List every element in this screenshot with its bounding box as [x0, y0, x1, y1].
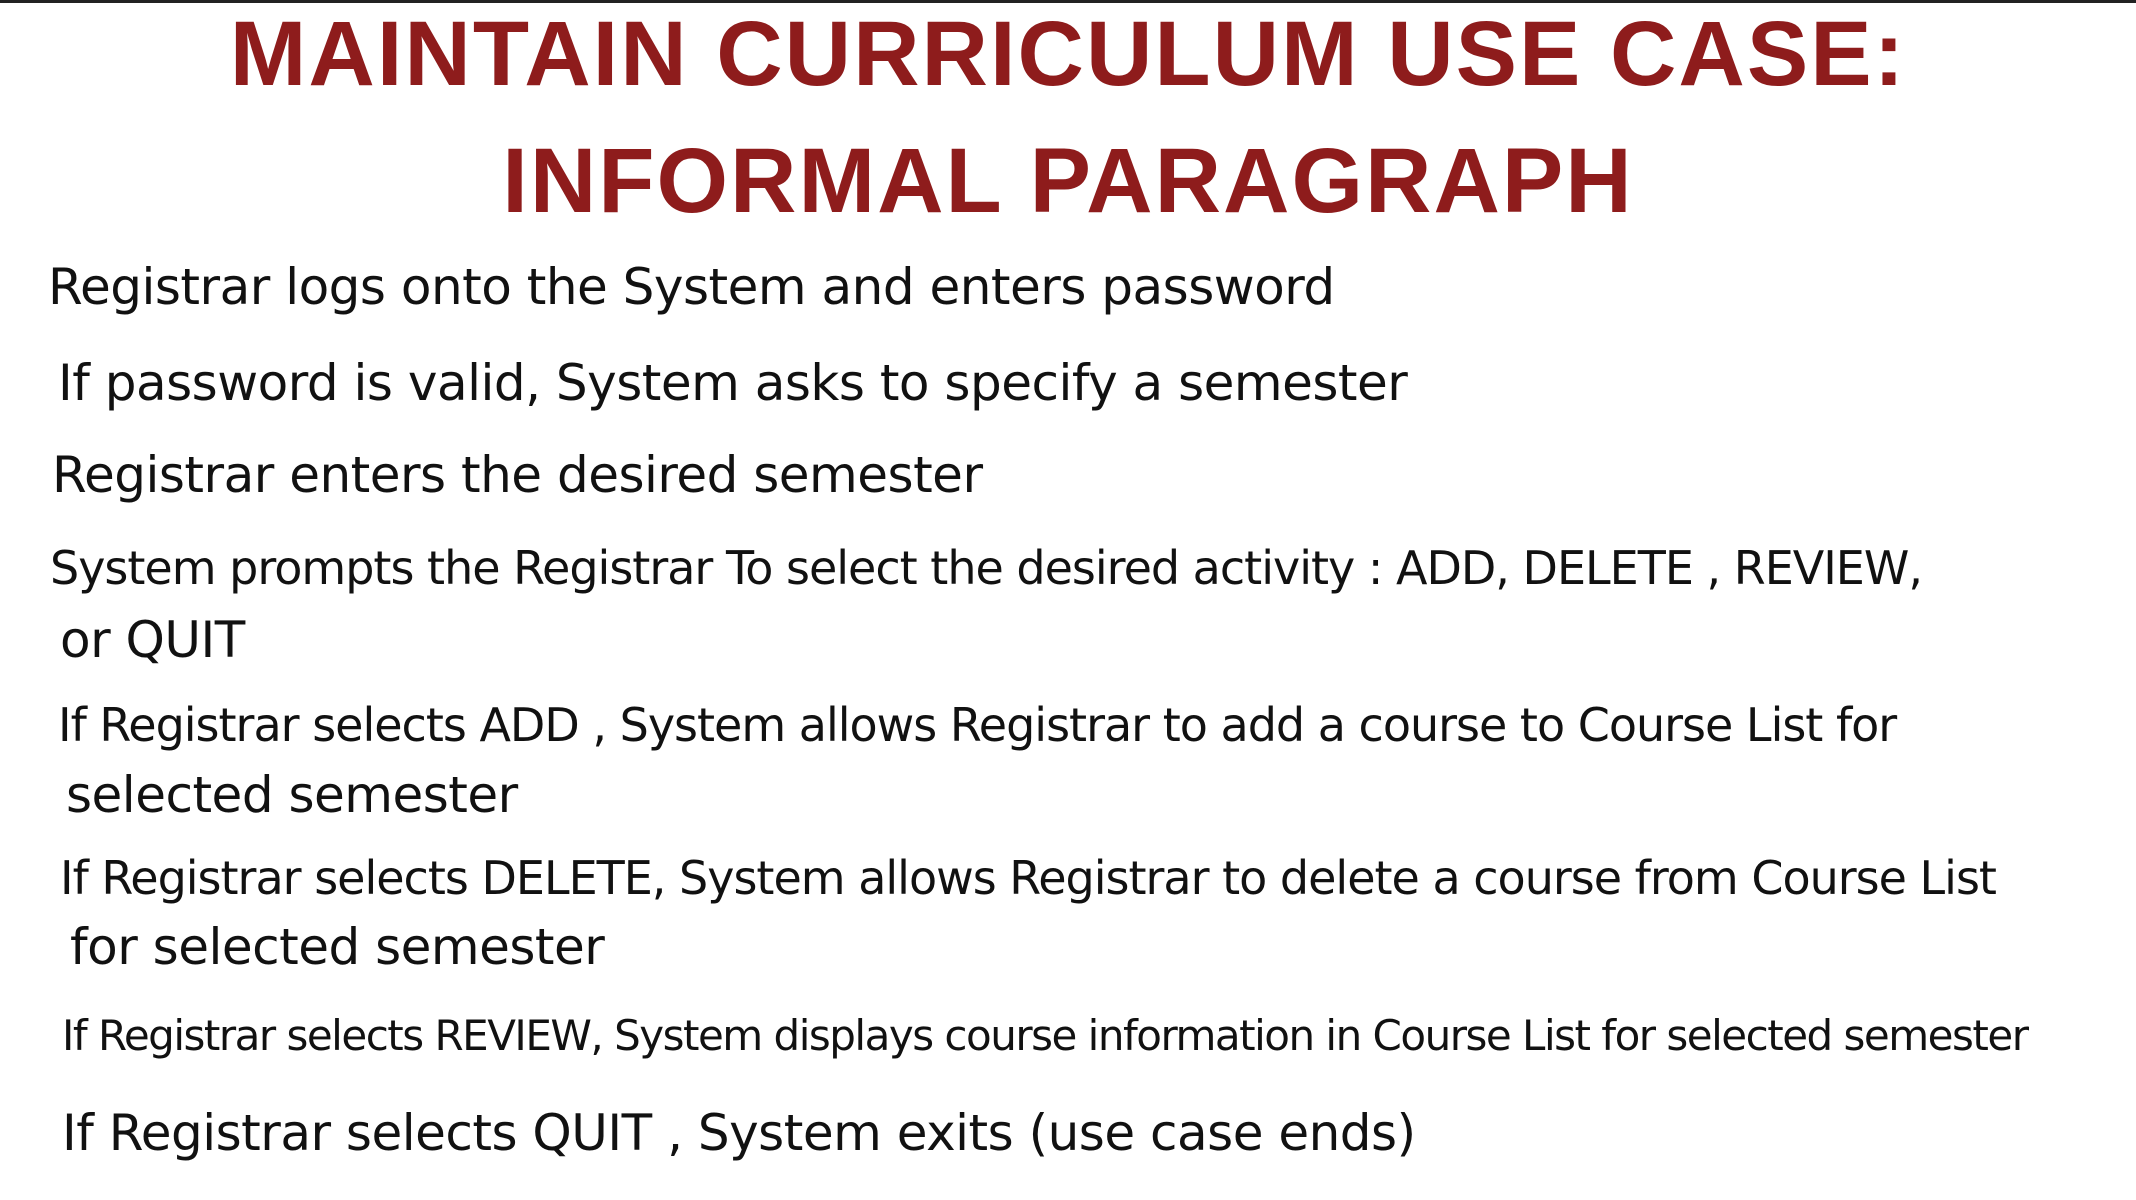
- paragraph-line: If Registrar selects REVIEW, System disp…: [62, 1011, 2029, 1060]
- paragraph-line: or QUIT: [60, 611, 245, 669]
- paragraph-line: If Registrar selects ADD , System allows…: [58, 698, 1897, 752]
- paragraph-line: If Registrar selects QUIT , System exits…: [62, 1104, 1416, 1162]
- paragraph-line: System prompts the Registrar To select t…: [50, 541, 1923, 595]
- paragraph-line: Registrar logs onto the System and enter…: [48, 258, 1335, 316]
- paragraph-line: If Registrar selects DELETE, System allo…: [60, 851, 1997, 905]
- slide-title-line-1: MAINTAIN CURRICULUM USE CASE:: [229, 3, 1907, 105]
- paragraph-line: Registrar enters the desired semester: [52, 446, 983, 504]
- paragraph-line: for selected semester: [70, 918, 605, 976]
- slide-title-line-2: INFORMAL PARAGRAPH: [502, 130, 1634, 232]
- paragraph-line: If password is valid, System asks to spe…: [58, 354, 1408, 412]
- paragraph-line: selected semester: [66, 766, 518, 824]
